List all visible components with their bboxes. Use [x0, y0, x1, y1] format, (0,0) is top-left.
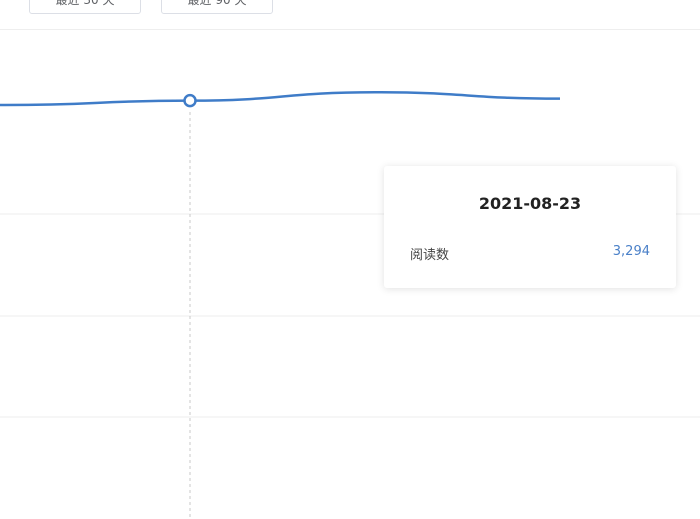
tooltip-series-label: 阅读数 [410, 248, 450, 263]
series-line-阅读数 [0, 91, 561, 107]
analytics-page: 最近 30 天 最近 90 天 2021-08-23 阅读数 3,294 [0, 0, 700, 519]
data-point-highlighted[interactable] [183, 93, 197, 108]
tooltip-date: 2021-08-23 [478, 194, 582, 213]
chart-tooltip: 2021-08-23 阅读数 3,294 [384, 166, 676, 288]
tooltip-series-value: 3,294 [612, 244, 650, 259]
